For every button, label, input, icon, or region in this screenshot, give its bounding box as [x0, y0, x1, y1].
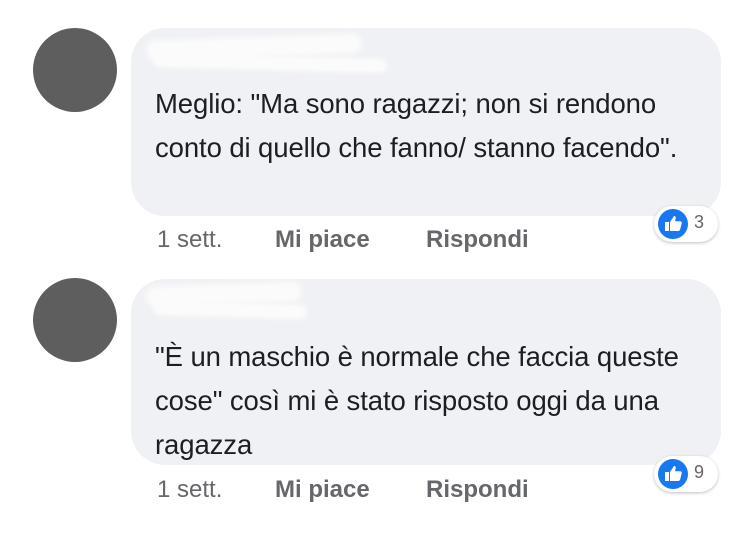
reply-button[interactable]: Rispondi	[426, 476, 529, 504]
comment-timestamp[interactable]: 1 sett.	[157, 226, 222, 254]
thumbs-up-icon	[658, 209, 688, 239]
reply-button[interactable]: Rispondi	[426, 226, 529, 254]
avatar[interactable]	[33, 278, 117, 362]
reaction-count: 9	[694, 462, 705, 482]
thumbs-up-icon	[658, 459, 688, 489]
comment-bubble: Meglio: "Ma sono ragazzi; non si rendono…	[131, 28, 721, 216]
reaction-badge[interactable]: 3	[654, 206, 718, 242]
like-button[interactable]: Mi piace	[275, 226, 370, 254]
avatar[interactable]	[33, 28, 117, 112]
comment-bubble: "È un maschio è normale che faccia quest…	[131, 279, 721, 465]
comment-thread: Meglio: "Ma sono ragazzi; non si rendono…	[0, 0, 754, 548]
comment-timestamp[interactable]: 1 sett.	[157, 476, 222, 504]
comment-text: "È un maschio è normale che faccia quest…	[155, 341, 679, 460]
reaction-count: 3	[694, 212, 705, 232]
comment-text: Meglio: "Ma sono ragazzi; non si rendono…	[155, 88, 678, 163]
reaction-badge[interactable]: 9	[654, 456, 718, 492]
like-button[interactable]: Mi piace	[275, 476, 370, 504]
